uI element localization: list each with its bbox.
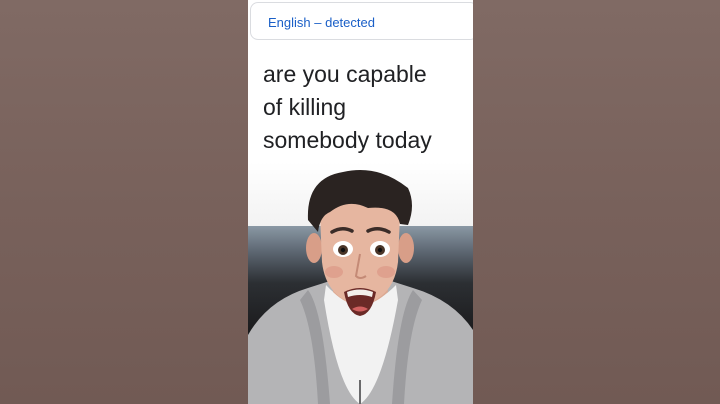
person-portrait — [248, 170, 473, 404]
blurred-side-left — [0, 0, 248, 404]
video-frame: English – detected are you capable of ki… — [0, 0, 720, 404]
blurred-side-right — [473, 0, 720, 404]
video-content: English – detected are you capable of ki… — [248, 0, 473, 404]
